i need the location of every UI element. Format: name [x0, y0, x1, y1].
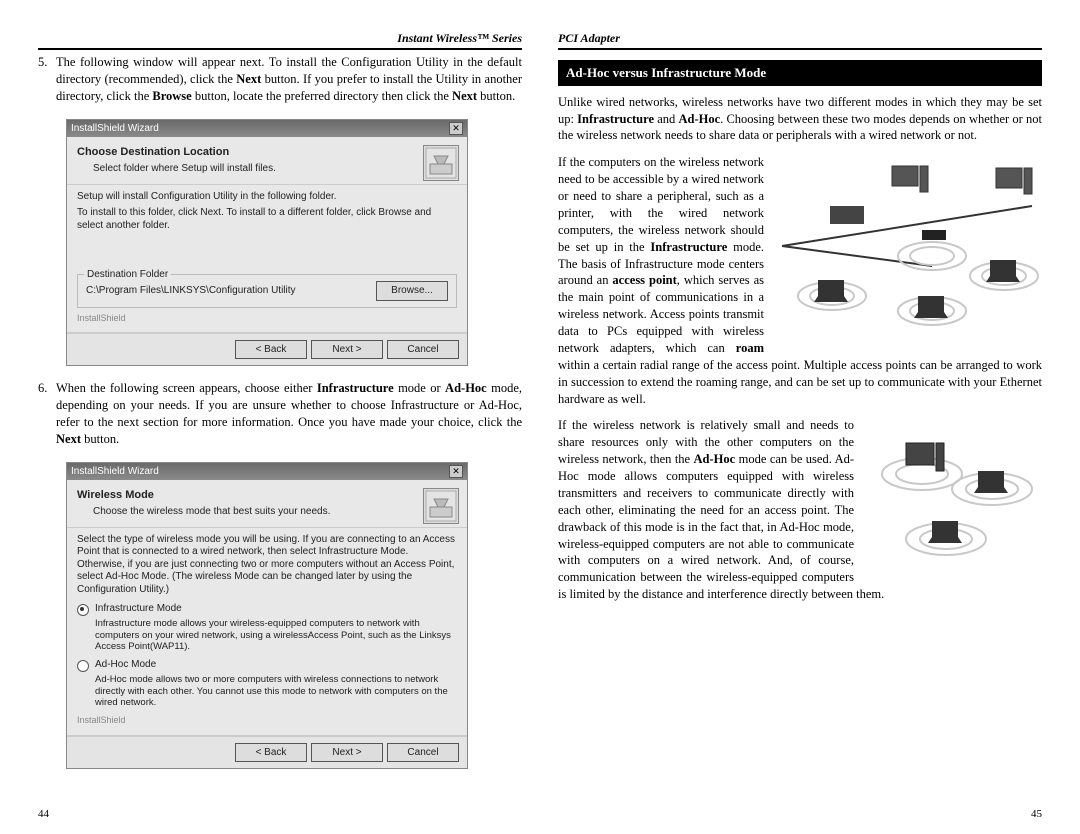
t: mode can be used. Ad-Hoc mode allows com…: [558, 452, 884, 601]
kw-next: Next: [56, 432, 81, 446]
dialog-footer: < Back Next > Cancel: [67, 735, 467, 769]
dialog-body: Choose Destination Location Select folde…: [67, 137, 467, 331]
paragraph: Unlike wired networks, wireless networks…: [558, 94, 1042, 145]
cancel-button[interactable]: Cancel: [387, 743, 459, 763]
kw-browse: Browse: [152, 89, 191, 103]
dialog-titlebar: InstallShield Wizard ✕: [67, 463, 467, 481]
kw-adhoc: Ad-Hoc: [445, 381, 487, 395]
close-icon[interactable]: ✕: [449, 465, 463, 478]
dialog-heading: Choose Destination Location: [77, 145, 457, 160]
cancel-button[interactable]: Cancel: [387, 340, 459, 360]
section-heading: Ad-Hoc versus Infrastructure Mode: [558, 60, 1042, 86]
radio-infrastructure[interactable]: Infrastructure Mode: [77, 602, 457, 616]
dialog-heading: Wireless Mode: [77, 488, 457, 503]
page-header-right: PCI Adapter: [558, 30, 1042, 50]
paragraph: If the wireless network is relatively sm…: [558, 417, 1042, 603]
installshield-brand: InstallShield: [77, 312, 457, 324]
kw-next: Next: [452, 89, 477, 103]
paragraph: If the computers on the wireless network…: [558, 154, 1042, 407]
t: When the following screen appears, choos…: [56, 381, 317, 395]
dialog-footer: < Back Next > Cancel: [67, 332, 467, 366]
radio-adhoc[interactable]: Ad-Hoc Mode: [77, 658, 457, 672]
dialog-body: Wireless Mode Choose the wireless mode t…: [67, 480, 467, 734]
page-header-left: Instant Wireless™ Series: [38, 30, 522, 50]
t: button.: [81, 432, 119, 446]
step-6: 6. When the following screen appears, ch…: [38, 380, 522, 448]
t: mode or: [394, 381, 445, 395]
page-number-left: 44: [38, 807, 49, 822]
next-button[interactable]: Next >: [311, 743, 383, 763]
t: button.: [477, 89, 515, 103]
back-button[interactable]: < Back: [235, 340, 307, 360]
dialog-title: InstallShield Wizard: [71, 122, 159, 136]
t: within a certain radial range of the acc…: [558, 358, 1042, 406]
kw-accesspoint: access point: [612, 273, 676, 287]
radio-desc: Infrastructure mode allows your wireless…: [95, 618, 457, 652]
step-number: 5.: [38, 54, 56, 105]
t: and: [654, 112, 678, 126]
kw-next: Next: [236, 72, 261, 86]
kw-infra: Infrastructure: [650, 240, 727, 254]
dialog-line: To install to this folder, click Next. T…: [77, 207, 457, 232]
dialog-subheading: Choose the wireless mode that best suits…: [93, 505, 457, 519]
t: button, locate the preferred directory t…: [192, 89, 452, 103]
dialog-wireless-mode: InstallShield Wizard ✕ Wireless Mode Cho…: [66, 462, 468, 769]
page-number-right: 45: [1031, 807, 1042, 822]
left-page: Instant Wireless™ Series 5. The followin…: [20, 30, 540, 814]
radio-desc: Ad-Hoc mode allows two or more computers…: [95, 674, 457, 708]
installshield-brand: InstallShield: [77, 714, 457, 726]
kw-adhoc: Ad-Hoc: [694, 452, 736, 466]
installer-icon: [423, 145, 459, 181]
dialog-destination: InstallShield Wizard ✕ Choose Destinatio…: [66, 119, 468, 366]
radio-label: Ad-Hoc Mode: [95, 658, 156, 672]
kw-adhoc: Ad-Hoc: [678, 112, 720, 126]
destination-folder-group: Destination Folder C:\Program Files\LINK…: [77, 274, 457, 308]
dialog-line: Setup will install Configuration Utility…: [77, 191, 457, 204]
next-button[interactable]: Next >: [311, 340, 383, 360]
kw-infra: Infrastructure: [577, 112, 654, 126]
adhoc-diagram: [862, 419, 1042, 569]
infrastructure-diagram: [772, 156, 1042, 336]
step-text: The following window will appear next. T…: [56, 54, 522, 105]
radio-icon[interactable]: [77, 604, 89, 616]
right-page: PCI Adapter Ad-Hoc versus Infrastructure…: [540, 30, 1060, 814]
dialog-line: Select the type of wireless mode you wil…: [77, 534, 457, 597]
browse-button[interactable]: Browse...: [376, 281, 448, 301]
step-5: 5. The following window will appear next…: [38, 54, 522, 105]
radio-label: Infrastructure Mode: [95, 602, 182, 616]
dialog-title: InstallShield Wizard: [71, 465, 159, 479]
back-button[interactable]: < Back: [235, 743, 307, 763]
kw-roam: roam: [736, 341, 764, 355]
close-icon[interactable]: ✕: [449, 122, 463, 135]
radio-icon[interactable]: [77, 660, 89, 672]
dialog-subheading: Select folder where Setup will install f…: [93, 162, 457, 176]
installer-icon: [423, 488, 459, 524]
dialog-titlebar: InstallShield Wizard ✕: [67, 120, 467, 138]
step-text: When the following screen appears, choos…: [56, 380, 522, 448]
step-number: 6.: [38, 380, 56, 448]
group-label: Destination Folder: [84, 268, 171, 282]
kw-infra: Infrastructure: [317, 381, 394, 395]
install-path: C:\Program Files\LINKSYS\Configuration U…: [86, 284, 296, 298]
